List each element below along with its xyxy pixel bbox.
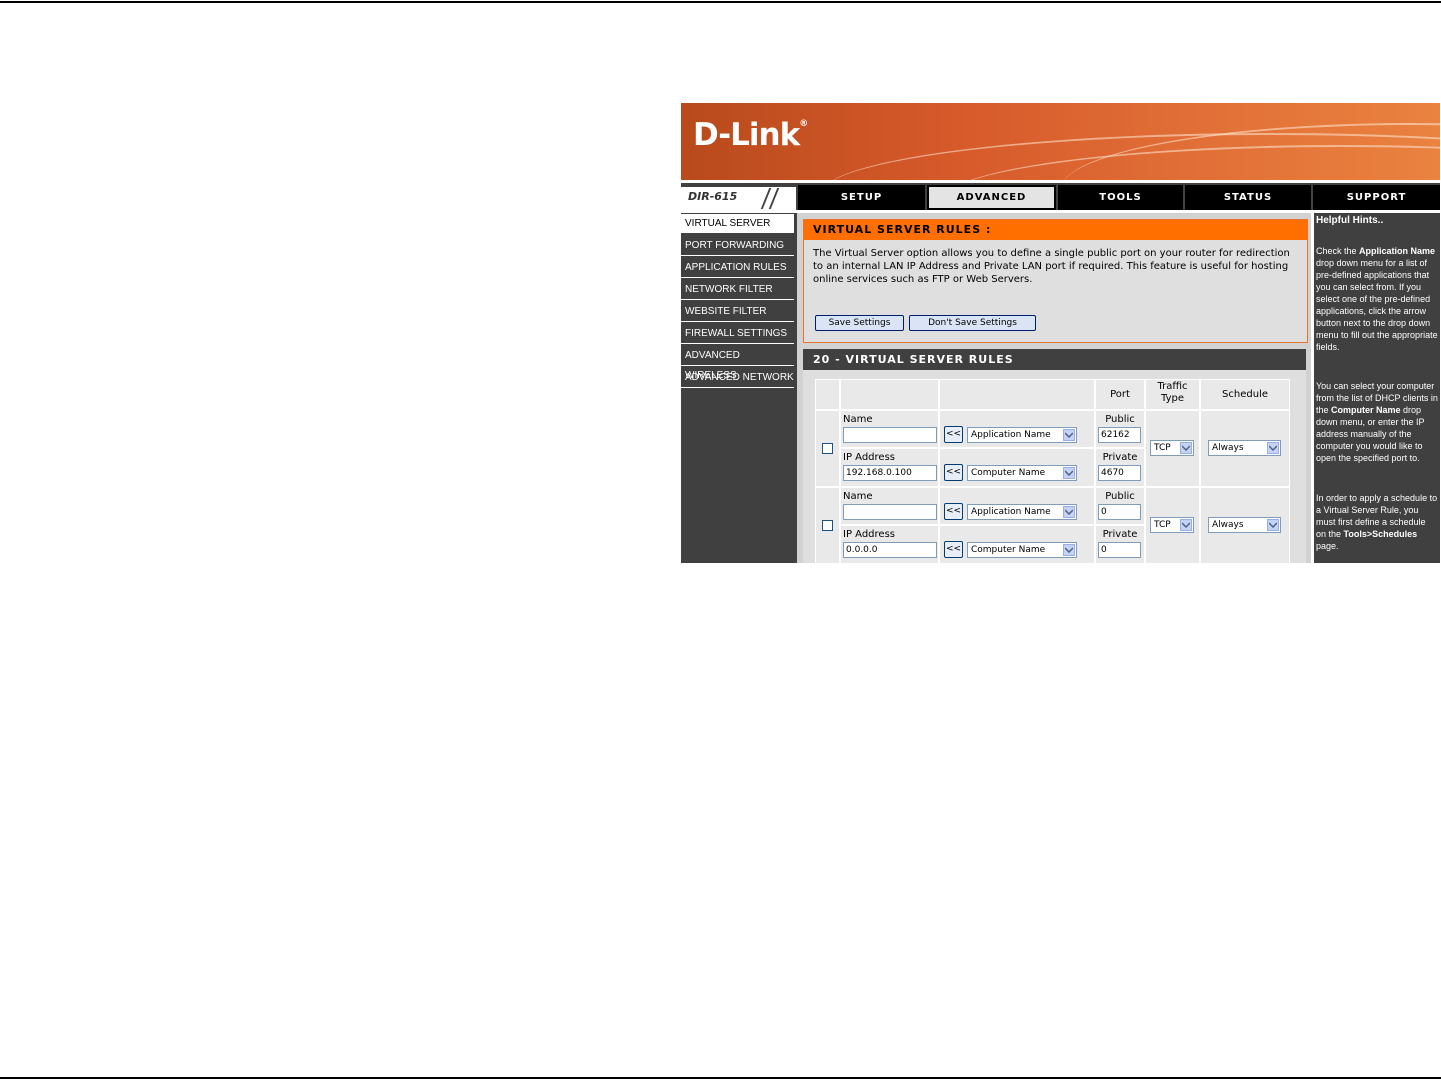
section-description: The Virtual Server option allows you to … (813, 248, 1290, 285)
main-content: VIRTUAL SERVER RULES : The Virtual Serve… (797, 213, 1311, 563)
model-label: DIR-615 (688, 190, 738, 203)
hint-paragraph: Check the Application Name drop down men… (1316, 245, 1438, 353)
tab-advanced[interactable]: ADVANCED (927, 185, 1056, 210)
rule-1-ip-input[interactable]: 192.168.0.100 (843, 465, 937, 481)
rule-2-name-input[interactable] (843, 504, 937, 520)
sidebar-item-application-rules[interactable]: APPLICATION RULES (681, 258, 794, 278)
hints-title: Helpful Hints.. (1316, 215, 1384, 226)
tab-status[interactable]: STATUS (1185, 185, 1311, 210)
rule-1-schedule-select[interactable]: Always (1208, 440, 1281, 456)
page-top-rule (0, 1, 1441, 3)
hint-text: Check the (1316, 246, 1360, 256)
traffic-select-value: TCP (1154, 520, 1171, 530)
rule-2-ip-input[interactable]: 0.0.0.0 (843, 542, 937, 558)
hint-text: drop down menu for a list of pre-defined… (1316, 258, 1438, 352)
sidebar-item-advanced-wireless[interactable]: ADVANCED WIRELESS (681, 346, 794, 381)
schedule-select-value: Always (1212, 520, 1244, 530)
hint-paragraph: In order to apply a schedule to a Virtua… (1316, 492, 1438, 552)
rule-2-schedule-select[interactable]: Always (1208, 517, 1281, 533)
divider (768, 188, 780, 209)
save-settings-button[interactable]: Save Settings (815, 315, 904, 331)
public-port-label: Public (1105, 491, 1135, 502)
traffic-type-header: Traffic Type (1157, 381, 1188, 404)
rule-1-public-port-input[interactable]: 62162 (1098, 427, 1141, 443)
rule-1-traffic-type-select[interactable]: TCP (1150, 440, 1194, 456)
sidebar-item-virtual-server[interactable]: VIRTUAL SERVER (681, 214, 794, 234)
application-select-value: Application Name (971, 430, 1051, 440)
hint-paragraph: You can select your computer from the li… (1316, 380, 1438, 464)
computer-select-value: Computer Name (971, 468, 1046, 478)
rule-2-apply-application-button[interactable]: << (944, 503, 963, 520)
chevron-down-icon (1267, 442, 1279, 454)
port-header: Port (1110, 389, 1130, 400)
rule-2-traffic-type-select[interactable]: TCP (1150, 517, 1194, 533)
sidebar-item-website-filter[interactable]: WEBSITE FILTER (681, 302, 794, 322)
computer-select-value: Computer Name (971, 545, 1046, 555)
dont-save-settings-button[interactable]: Don't Save Settings (909, 315, 1036, 331)
dlink-logo: D-Link® (693, 117, 809, 153)
section-title: VIRTUAL SERVER RULES : (804, 220, 1307, 240)
rule-2-public-port-input[interactable]: 0 (1098, 504, 1141, 520)
rule-2-apply-computer-button[interactable]: << (944, 541, 963, 558)
chevron-down-icon (1267, 519, 1279, 531)
rules-title: 20 - VIRTUAL SERVER RULES (803, 349, 1306, 370)
traffic-select-value: TCP (1154, 443, 1171, 453)
rule-2-application-select[interactable]: Application Name (967, 504, 1077, 520)
hint-emphasis: Computer Name (1331, 405, 1401, 415)
sidebar-item-firewall-settings[interactable]: FIREWALL SETTINGS (681, 324, 794, 344)
name-label: Name (843, 414, 873, 425)
sidebar-item-advanced-network[interactable]: ADVANCED NETWORK (681, 368, 794, 388)
rule-2-enable-checkbox[interactable] (822, 520, 833, 531)
rule-1-apply-computer-button[interactable]: << (944, 464, 963, 481)
sidebar-item-network-filter[interactable]: NETWORK FILTER (681, 280, 794, 300)
hint-emphasis: Application Name (1359, 246, 1436, 256)
sidebar: VIRTUAL SERVER PORT FORWARDING APPLICATI… (681, 213, 797, 563)
header-cell (939, 379, 1095, 410)
private-port-label: Private (1102, 452, 1138, 463)
chevron-down-icon (1180, 442, 1192, 454)
intro-section: VIRTUAL SERVER RULES : The Virtual Serve… (803, 219, 1308, 343)
rules-section: 20 - VIRTUAL SERVER RULES Port Traffic T… (803, 349, 1306, 563)
router-admin-screenshot: D-Link® DIR-615 SETUP ADVANCED TOOLS STA… (681, 103, 1440, 563)
private-port-label: Private (1102, 529, 1138, 540)
hint-emphasis: Tools>Schedules (1343, 529, 1418, 539)
hint-text: page. (1316, 541, 1339, 551)
rule-1-computer-select[interactable]: Computer Name (967, 465, 1077, 481)
chevron-down-icon (1063, 467, 1075, 479)
rule-1-enable-checkbox[interactable] (822, 443, 833, 454)
chevron-down-icon (1180, 519, 1192, 531)
name-label: Name (843, 491, 873, 502)
sidebar-item-port-forwarding[interactable]: PORT FORWARDING (681, 236, 794, 256)
tab-tools[interactable]: TOOLS (1058, 185, 1183, 210)
rule-2-computer-select[interactable]: Computer Name (967, 542, 1077, 558)
chevron-down-icon (1063, 544, 1075, 556)
rule-1-apply-application-button[interactable]: << (944, 426, 963, 443)
tab-support[interactable]: SUPPORT (1313, 185, 1440, 210)
model-badge: DIR-615 (681, 187, 796, 210)
tab-setup[interactable]: SETUP (798, 185, 925, 210)
header-cell (840, 379, 939, 410)
chevron-down-icon (1063, 429, 1075, 441)
helpful-hints-panel: Helpful Hints.. Check the Application Na… (1314, 213, 1440, 563)
schedule-header: Schedule (1222, 389, 1268, 400)
public-port-label: Public (1105, 414, 1135, 425)
ip-address-label: IP Address (843, 529, 895, 540)
rule-1-name-input[interactable] (843, 427, 937, 443)
header-cell (815, 379, 840, 410)
rule-1-private-port-input[interactable]: 4670 (1098, 465, 1141, 481)
page-bottom-rule (0, 1077, 1441, 1079)
ip-address-label: IP Address (843, 452, 895, 463)
header-banner: D-Link® (681, 103, 1440, 180)
application-select-value: Application Name (971, 507, 1051, 517)
rule-1-application-select[interactable]: Application Name (967, 427, 1077, 443)
schedule-select-value: Always (1212, 443, 1244, 453)
chevron-down-icon (1063, 506, 1075, 518)
rule-2-private-port-input[interactable]: 0 (1098, 542, 1141, 558)
